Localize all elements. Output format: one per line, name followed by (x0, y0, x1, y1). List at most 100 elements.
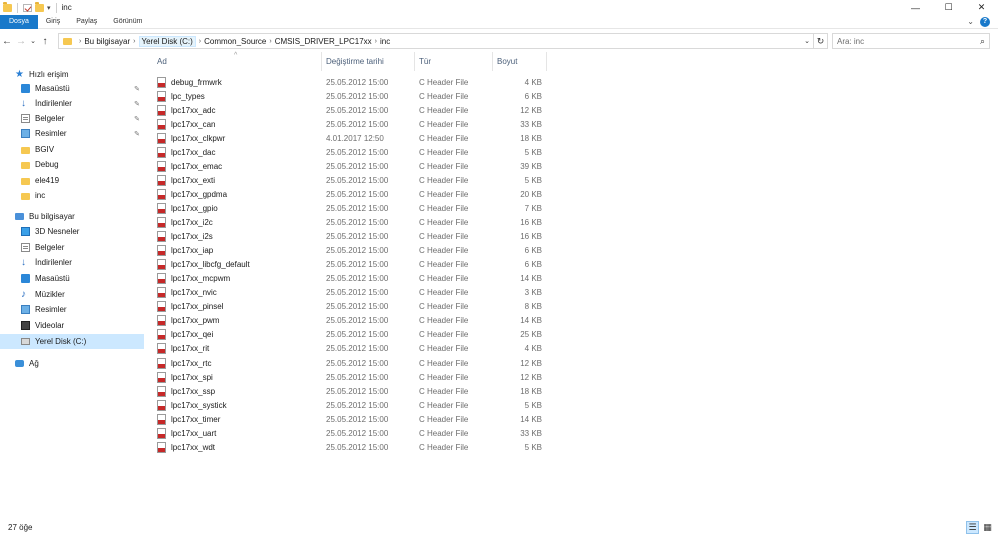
file-row[interactable]: lpc17xx_pwm 25.05.2012 15:00 C Header File… (146, 314, 566, 328)
file-name-cell[interactable]: lpc17xx_pinsel (157, 300, 223, 314)
file-row[interactable]: lpc17xx_timer 25.05.2012 15:00 C Header Fi… (146, 412, 566, 426)
breadcrumb-chevron-icon[interactable]: › (79, 38, 81, 45)
sidebar-item-3d-objects[interactable]: 3D Nesneler (0, 224, 144, 239)
search-input[interactable]: Ara: inc ⌕ (832, 33, 990, 49)
pin-icon[interactable]: ✎ (134, 85, 140, 93)
sidebar-item-desktop-pc[interactable]: Masaüstü (0, 271, 144, 286)
file-name-cell[interactable]: lpc17xx_gpio (157, 201, 218, 215)
file-name-cell[interactable]: lpc17xx_clkpwr (157, 131, 225, 145)
column-divider[interactable] (546, 52, 547, 71)
file-row[interactable]: lpc17xx_adc 25.05.2012 15:00 C Header File… (146, 103, 566, 117)
file-name-cell[interactable]: lpc17xx_wdt (157, 440, 215, 454)
file-row[interactable]: lpc17xx_iap 25.05.2012 15:00 C Header File… (146, 244, 566, 258)
customize-toolbar-chevron-icon[interactable]: ▾ (47, 4, 51, 12)
file-row[interactable]: lpc17xx_emac 25.05.2012 15:00 C Header Fil… (146, 159, 566, 173)
file-name-cell[interactable]: lpc17xx_timer (157, 412, 220, 426)
up-arrow-icon[interactable]: ↑ (38, 32, 52, 50)
file-row[interactable]: lpc17xx_systick 25.05.2012 15:00 C Header … (146, 398, 566, 412)
file-name-cell[interactable]: lpc17xx_dac (157, 145, 215, 159)
file-name-cell[interactable]: lpc17xx_libcfg_default (157, 258, 250, 272)
file-name-cell[interactable]: lpc17xx_qei (157, 328, 213, 342)
large-icons-view-icon[interactable]: ▦ (981, 521, 994, 534)
file-row[interactable]: lpc17xx_pinsel 25.05.2012 15:00 C Header F… (146, 300, 566, 314)
breadcrumb-this-pc[interactable]: Bu bilgisayar (84, 37, 130, 46)
file-row[interactable]: lpc17xx_i2c 25.05.2012 15:00 C Header File… (146, 216, 566, 230)
file-row[interactable]: lpc17xx_rit 25.05.2012 15:00 C Header File… (146, 342, 566, 356)
file-name-cell[interactable]: lpc17xx_rtc (157, 356, 211, 370)
file-row[interactable]: lpc17xx_qei 25.05.2012 15:00 C Header File… (146, 328, 566, 342)
new-folder-icon[interactable] (35, 1, 44, 12)
folder-icon[interactable] (3, 1, 12, 12)
file-row[interactable]: lpc17xx_libcfg_default 25.05.2012 15:00 C … (146, 258, 566, 272)
file-name-cell[interactable]: lpc17xx_i2s (157, 230, 213, 244)
file-row[interactable]: lpc17xx_can 25.05.2012 15:00 C Header File… (146, 117, 566, 131)
file-name-cell[interactable]: lpc17xx_gpdma (157, 187, 227, 201)
breadcrumb-chevron-icon[interactable]: › (133, 38, 135, 45)
file-name-cell[interactable]: lpc17xx_iap (157, 244, 213, 258)
file-name-cell[interactable]: lpc17xx_exti (157, 173, 215, 187)
file-row[interactable]: lpc_types 25.05.2012 15:00 C Header File 6 … (146, 89, 566, 103)
recent-locations-chevron-icon[interactable]: ⌄ (28, 32, 38, 50)
sidebar-item-network[interactable]: Ağ (0, 356, 144, 371)
file-row[interactable]: lpc17xx_uart 25.05.2012 15:00 C Header Fil… (146, 426, 566, 440)
tab-home[interactable]: Giriş (38, 15, 68, 29)
file-row[interactable]: lpc17xx_mcpwm 25.05.2012 15:00 C Header Fi… (146, 272, 566, 286)
sidebar-item-downloads[interactable]: ↓ İndirilenler ✎ (0, 96, 144, 111)
file-row[interactable]: lpc17xx_exti 25.05.2012 15:00 C Header Fil… (146, 173, 566, 187)
forward-arrow-icon[interactable]: → (14, 32, 28, 50)
properties-check-icon[interactable] (23, 3, 32, 12)
column-header-type[interactable]: Tür (415, 52, 492, 71)
tab-file[interactable]: Dosya (0, 14, 38, 29)
sidebar-item-music[interactable]: ♪ Müzikler (0, 287, 144, 302)
search-icon[interactable]: ⌕ (980, 36, 985, 47)
file-name-cell[interactable]: lpc_types (157, 89, 205, 103)
sidebar-item-documents-pc[interactable]: Belgeler (0, 240, 144, 255)
sidebar-item-downloads-pc[interactable]: ↓ İndirilenler (0, 255, 144, 270)
file-name-cell[interactable]: lpc17xx_pwm (157, 314, 219, 328)
file-name-cell[interactable]: lpc17xx_mcpwm (157, 272, 230, 286)
breadcrumb-local-disk[interactable]: Yerel Disk (C:) (138, 35, 196, 47)
file-name-cell[interactable]: lpc17xx_ssp (157, 384, 215, 398)
close-button[interactable]: ✕ (965, 0, 998, 15)
pin-icon[interactable]: ✎ (134, 115, 140, 123)
details-view-icon[interactable]: ☰ (966, 521, 979, 534)
tab-share[interactable]: Paylaş (68, 15, 105, 29)
tab-view[interactable]: Görünüm (105, 15, 150, 29)
sidebar-item-videos[interactable]: Videolar (0, 318, 144, 333)
sidebar-item-bgiv[interactable]: BGIV (0, 142, 144, 157)
file-row[interactable]: debug_frmwrk 25.05.2012 15:00 C Header Fil… (146, 75, 566, 89)
sidebar-item-debug[interactable]: Debug (0, 157, 144, 172)
file-row[interactable]: lpc17xx_gpdma 25.05.2012 15:00 C Header Fi… (146, 187, 566, 201)
column-header-size[interactable]: Boyut (493, 52, 546, 71)
sidebar-item-pictures[interactable]: Resimler ✎ (0, 126, 144, 141)
sidebar-item-local-disk[interactable]: Yerel Disk (C:) (0, 334, 144, 349)
file-name-cell[interactable]: lpc17xx_spi (157, 370, 213, 384)
file-row[interactable]: lpc17xx_i2s 25.05.2012 15:00 C Header File… (146, 230, 566, 244)
sidebar-item-this-pc[interactable]: Bu bilgisayar (0, 209, 144, 224)
help-icon[interactable]: ? (980, 16, 990, 27)
breadcrumb-chevron-icon[interactable]: › (199, 38, 201, 45)
breadcrumb-cmsis-driver[interactable]: CMSIS_DRIVER_LPC17xx (275, 37, 372, 46)
sidebar-item-ele419[interactable]: ele419 (0, 173, 144, 188)
file-name-cell[interactable]: lpc17xx_emac (157, 159, 222, 173)
file-name-cell[interactable]: lpc17xx_adc (157, 103, 215, 117)
address-history-chevron-icon[interactable]: ⌄ (801, 37, 813, 45)
breadcrumb-chevron-icon[interactable]: › (269, 38, 271, 45)
expand-ribbon-chevron-icon[interactable]: ⌄ (967, 17, 974, 26)
file-name-cell[interactable]: lpc17xx_systick (157, 398, 227, 412)
sidebar-item-quick-access[interactable]: ★ Hızlı erişim (0, 67, 144, 82)
breadcrumb-inc[interactable]: inc (380, 37, 390, 46)
sidebar-item-desktop[interactable]: Masaüstü ✎ (0, 81, 144, 96)
file-name-cell[interactable]: lpc17xx_rit (157, 342, 209, 356)
refresh-icon[interactable]: ↻ (813, 33, 827, 49)
pin-icon[interactable]: ✎ (134, 130, 140, 138)
file-row[interactable]: lpc17xx_wdt 25.05.2012 15:00 C Header File… (146, 440, 566, 454)
column-header-name[interactable]: Ad (153, 52, 322, 71)
back-arrow-icon[interactable]: ← (0, 32, 14, 50)
file-row[interactable]: lpc17xx_clkpwr 4.01.2017 12:50 C Header Fi… (146, 131, 566, 145)
column-header-date[interactable]: Değiştirme tarihi (322, 52, 414, 71)
file-name-cell[interactable]: lpc17xx_i2c (157, 216, 213, 230)
breadcrumb-chevron-icon[interactable]: › (375, 38, 377, 45)
file-row[interactable]: lpc17xx_nvic 25.05.2012 15:00 C Header Fil… (146, 286, 566, 300)
breadcrumb-common-source[interactable]: Common_Source (204, 37, 266, 46)
